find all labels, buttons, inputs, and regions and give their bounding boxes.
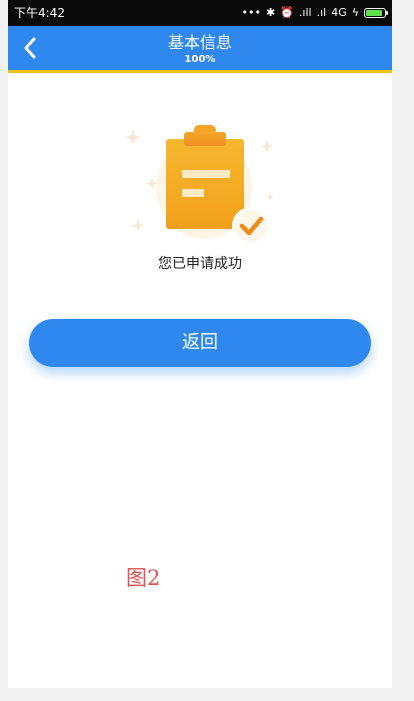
signal-icon: .ıll [298, 6, 312, 19]
figure-caption: 图2 [126, 566, 161, 590]
progress-subtitle: 100% [184, 54, 216, 65]
battery-tip [386, 11, 388, 15]
success-message: 您已申请成功 [158, 256, 242, 272]
status-time: 下午4:42 [14, 6, 65, 20]
nav-underline [8, 70, 392, 73]
phone-screen: 下午4:42 ••• ✱ ⏰ .ıll .ıl 4G ϟ 基本信息 100% 您… [8, 0, 392, 688]
status-bar: 下午4:42 ••• ✱ ⏰ .ıll .ıl 4G ϟ [8, 0, 392, 26]
bluetooth-icon: ✱ [266, 6, 276, 19]
network-type: 4G [331, 6, 347, 19]
charging-icon: ϟ [351, 6, 359, 19]
battery-level [366, 10, 382, 16]
return-button[interactable]: 返回 [29, 319, 371, 367]
status-icons: ••• ✱ ⏰ .ıll .ıl 4G ϟ [241, 0, 388, 26]
battery-icon [364, 8, 388, 18]
clipboard-check-icon [125, 125, 274, 245]
page-title: 基本信息 [167, 33, 232, 52]
nav-bar: 基本信息 100% [8, 26, 392, 70]
more-dots-icon: ••• [241, 6, 261, 19]
signal-icon-2: .ıl [316, 6, 327, 19]
alarm-icon: ⏰ [280, 6, 294, 19]
